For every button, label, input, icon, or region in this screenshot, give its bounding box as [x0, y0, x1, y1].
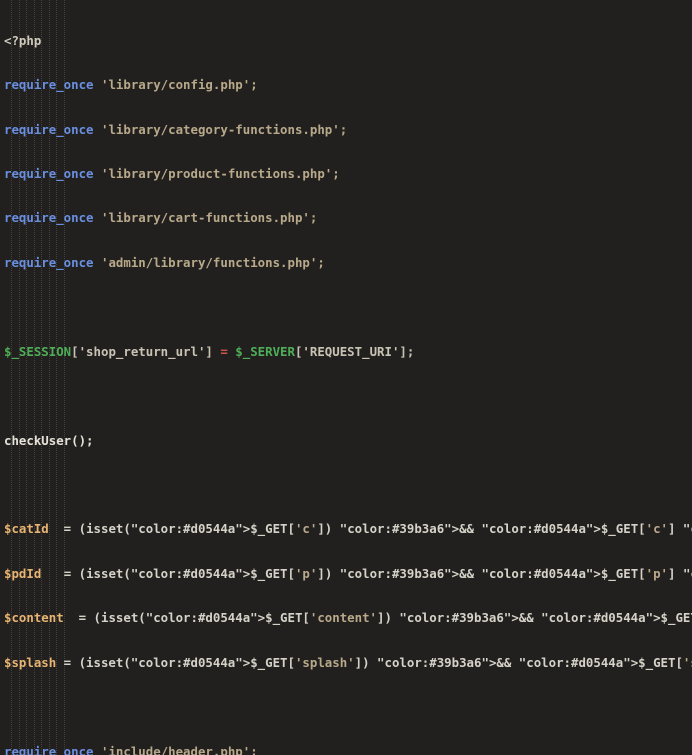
string-literal: 'include/header.php';: [101, 743, 258, 755]
code-line: $_SESSION['shop_return_url'] = $_SERVER[…: [4, 343, 692, 360]
code-line: require_once 'library/product-functions.…: [4, 165, 692, 182]
keyword-require-once: require_once: [4, 743, 94, 755]
code-line: checkUser();: [4, 432, 692, 449]
code-line: require_once 'library/cart-functions.php…: [4, 210, 692, 226]
string-literal: 'library/product-functions.php';: [101, 165, 340, 181]
string-literal: 'library/cart-functions.php';: [101, 210, 318, 226]
code-line: $catId = (isset("color:#d0544a">$_GET['c…: [4, 522, 692, 537]
php-open-tag: <?php: [4, 32, 42, 48]
keyword-require-once: require_once: [4, 210, 94, 226]
string-literal: 'library/config.php';: [101, 77, 258, 93]
variable-catid: $catId: [4, 521, 49, 537]
keyword-require-once: require_once: [4, 121, 94, 137]
keyword-require-once: require_once: [4, 254, 94, 270]
function-call-checkuser: checkUser();: [4, 432, 94, 448]
superglobal-server: $_SERVER: [235, 343, 295, 359]
string-literal: 'library/category-functions.php';: [101, 121, 348, 137]
keyword-require-once: require_once: [4, 165, 94, 181]
code-line: require_once 'library/category-functions…: [4, 121, 692, 138]
assignment-operator: =: [212, 343, 236, 359]
expression: = (isset("color:#d0544a">$_GET['p']) "co…: [41, 565, 692, 581]
string-literal: 'admin/library/functions.php';: [101, 254, 325, 270]
array-key: ['REQUEST_URI'];: [294, 343, 415, 359]
code-line: <?php: [4, 32, 692, 49]
superglobal-session: $_SESSION: [4, 343, 72, 359]
variable-content: $content: [4, 610, 64, 626]
code-line: require_once 'include/header.php';: [4, 743, 692, 755]
code-line: require_once 'library/config.php';: [4, 77, 692, 93]
code-line: $pdId = (isset("color:#d0544a">$_GET['p'…: [4, 565, 692, 582]
keyword-require-once: require_once: [4, 77, 94, 93]
code-line: $content = (isset("color:#d0544a">$_GET[…: [4, 610, 692, 626]
code-content[interactable]: <?php require_once 'library/config.php';…: [0, 0, 692, 755]
code-editor[interactable]: <?php require_once 'library/config.php';…: [0, 0, 692, 755]
array-key: ['shop_return_url']: [71, 343, 213, 359]
code-line: require_once 'admin/library/functions.ph…: [4, 254, 692, 271]
variable-splash: $splash: [4, 654, 57, 670]
expression: = (isset("color:#d0544a">$_GET['content'…: [63, 610, 692, 626]
variable-pdid: $pdId: [4, 565, 42, 581]
code-line: $splash = (isset("color:#d0544a">$_GET['…: [4, 654, 692, 671]
expression: = (isset("color:#d0544a">$_GET['c']) "co…: [48, 521, 692, 537]
expression: = (isset("color:#d0544a">$_GET['splash']…: [56, 654, 692, 670]
